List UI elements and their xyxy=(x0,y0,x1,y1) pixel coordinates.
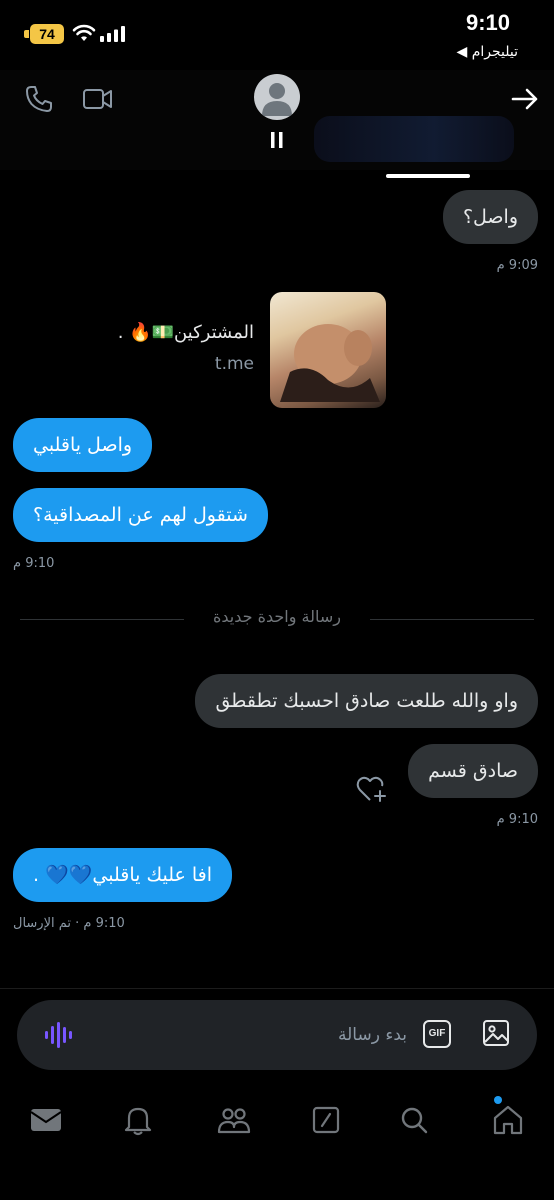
compose-icon xyxy=(312,1106,340,1134)
nav-messages[interactable] xyxy=(26,1100,66,1140)
link-preview-card[interactable]: المشتركين💵🔥 . t.me xyxy=(100,292,386,408)
status-bar: 74 9:10 ◀ تيليجرام xyxy=(0,0,554,70)
image-icon[interactable] xyxy=(481,1018,511,1048)
message-timestamp: 9:09 م xyxy=(496,258,538,273)
voice-message-icon[interactable] xyxy=(43,1020,73,1050)
new-messages-divider: رسالة واحدة جديدة xyxy=(213,607,341,626)
search-icon xyxy=(401,1107,428,1134)
message-bubble-received[interactable]: شتقول لهم عن المصداقية؟ xyxy=(13,488,268,542)
mail-icon xyxy=(30,1109,62,1131)
battery-indicator: 74 xyxy=(30,24,64,44)
cellular-signal-icon xyxy=(100,26,125,42)
message-bubble-sent[interactable]: واو والله طلعت صادق احسبك تطقطق xyxy=(195,674,538,728)
default-avatar-icon xyxy=(262,83,292,116)
header-overlay xyxy=(314,116,514,162)
link-domain: t.me xyxy=(214,354,254,374)
back-to-app-link[interactable]: ◀ تيليجرام xyxy=(456,44,518,60)
link-thumbnail xyxy=(270,292,386,408)
composer-divider xyxy=(0,988,554,989)
contact-avatar[interactable] xyxy=(254,74,300,120)
message-timestamp: 9:10 م xyxy=(13,556,55,571)
message-input[interactable] xyxy=(107,1012,407,1058)
link-title: المشتركين💵🔥 . xyxy=(117,322,254,343)
status-clock: 9:10 xyxy=(465,10,510,35)
gif-button[interactable]: GIF xyxy=(423,1020,451,1048)
nav-search[interactable] xyxy=(394,1100,434,1140)
message-status: 9:10 م · تم الإرسال xyxy=(13,916,125,931)
thumbnail-photo xyxy=(280,324,380,402)
pause-icon[interactable] xyxy=(270,132,284,148)
wifi-icon xyxy=(72,24,96,41)
message-composer: GIF xyxy=(17,1000,537,1070)
phone-icon[interactable] xyxy=(24,84,54,114)
conversation-header xyxy=(0,70,554,178)
message-bubble-received[interactable]: واصل ياقلبي xyxy=(13,418,153,472)
message-timestamp: 9:10 م xyxy=(496,812,538,827)
handle-bar xyxy=(386,174,470,178)
message-bubble-sent[interactable]: واصل؟ xyxy=(442,190,538,244)
home-icon xyxy=(493,1105,523,1135)
arrow-right-icon[interactable] xyxy=(510,84,540,114)
battery-tip xyxy=(24,30,29,38)
nav-notifications[interactable] xyxy=(118,1100,158,1140)
people-icon xyxy=(217,1108,251,1134)
nav-home[interactable] xyxy=(488,1100,528,1140)
message-bubble-sent[interactable]: صادق قسم xyxy=(408,744,538,798)
notification-dot xyxy=(494,1096,502,1104)
message-bubble-received[interactable]: افا عليك ياقلبي💙💙 . xyxy=(13,848,233,902)
nav-compose[interactable] xyxy=(306,1100,346,1140)
bottom-navigation xyxy=(0,1080,554,1200)
video-icon[interactable] xyxy=(82,84,114,114)
nav-communities[interactable] xyxy=(214,1100,254,1140)
add-reaction-icon[interactable] xyxy=(356,774,388,804)
bell-icon xyxy=(124,1107,152,1136)
